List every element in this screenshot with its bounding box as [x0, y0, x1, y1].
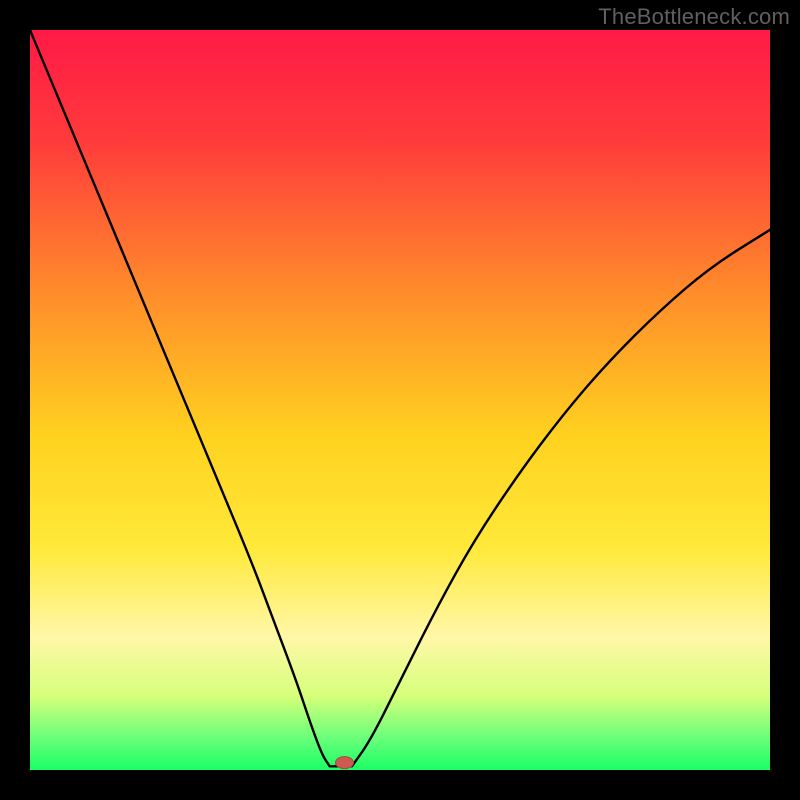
- chart-frame: TheBottleneck.com: [0, 0, 800, 800]
- watermark-text: TheBottleneck.com: [598, 4, 790, 30]
- chart-svg: [30, 30, 770, 770]
- plot-area: [30, 30, 770, 770]
- minimum-marker: [336, 757, 354, 769]
- gradient-fill: [30, 30, 770, 770]
